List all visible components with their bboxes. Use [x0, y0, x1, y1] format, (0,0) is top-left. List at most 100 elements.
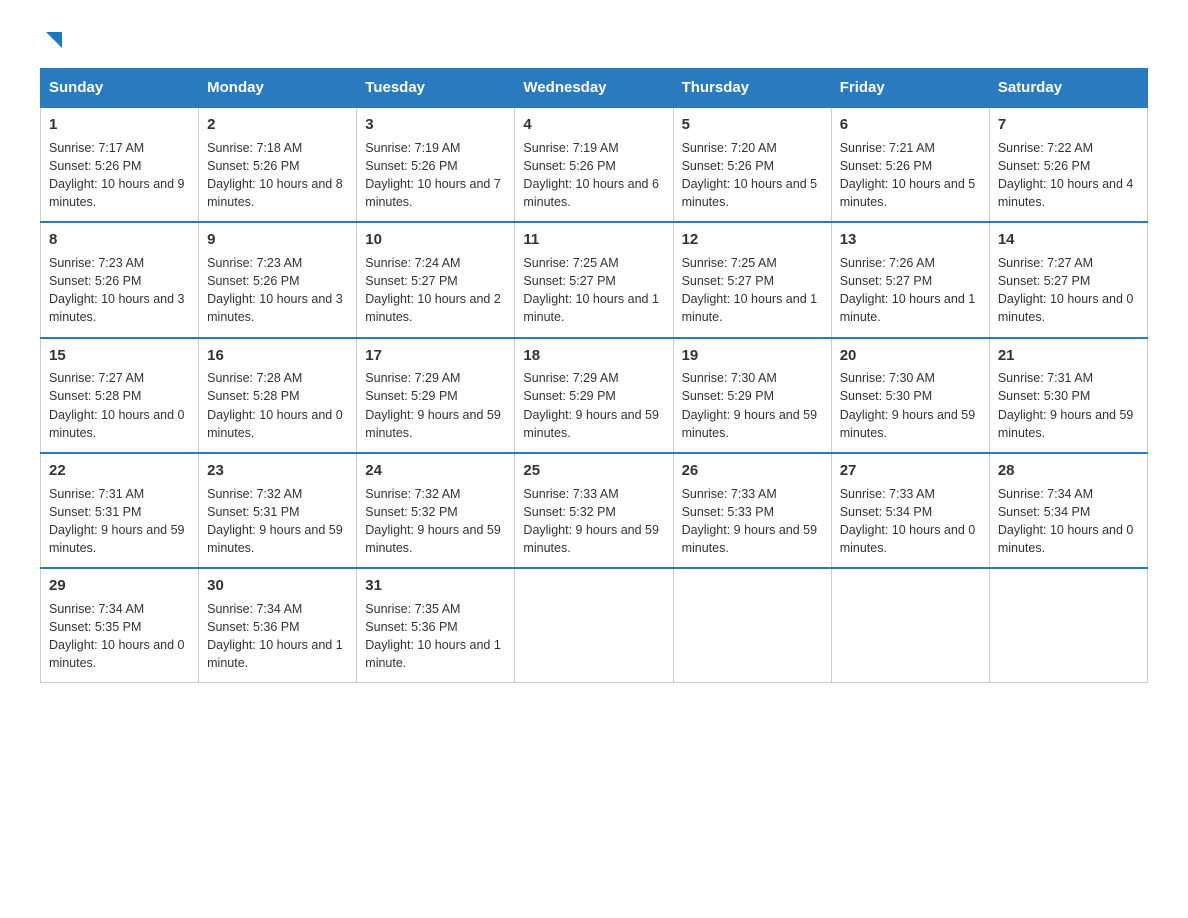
day-number: 24 [365, 460, 506, 482]
day-number: 29 [49, 575, 190, 597]
day-number: 5 [682, 114, 823, 136]
calendar-cell: 5 Sunrise: 7:20 AMSunset: 5:26 PMDaylight… [673, 107, 831, 222]
calendar-cell: 30 Sunrise: 7:34 AMSunset: 5:36 PMDayligh… [199, 568, 357, 683]
day-info: Sunrise: 7:25 AMSunset: 5:27 PMDaylight:… [682, 256, 818, 324]
calendar-cell: 7 Sunrise: 7:22 AMSunset: 5:26 PMDaylight… [989, 107, 1147, 222]
day-info: Sunrise: 7:34 AMSunset: 5:34 PMDaylight:… [998, 487, 1134, 555]
day-number: 13 [840, 229, 981, 251]
day-number: 6 [840, 114, 981, 136]
day-info: Sunrise: 7:29 AMSunset: 5:29 PMDaylight:… [365, 371, 501, 439]
day-number: 23 [207, 460, 348, 482]
day-info: Sunrise: 7:33 AMSunset: 5:34 PMDaylight:… [840, 487, 976, 555]
day-number: 2 [207, 114, 348, 136]
calendar-table: SundayMondayTuesdayWednesdayThursdayFrid… [40, 68, 1148, 683]
day-number: 12 [682, 229, 823, 251]
day-number: 9 [207, 229, 348, 251]
day-number: 21 [998, 345, 1139, 367]
day-info: Sunrise: 7:32 AMSunset: 5:32 PMDaylight:… [365, 487, 501, 555]
calendar-cell [989, 568, 1147, 683]
day-info: Sunrise: 7:24 AMSunset: 5:27 PMDaylight:… [365, 256, 501, 324]
day-info: Sunrise: 7:20 AMSunset: 5:26 PMDaylight:… [682, 141, 818, 209]
day-info: Sunrise: 7:33 AMSunset: 5:33 PMDaylight:… [682, 487, 818, 555]
logo [40, 30, 64, 48]
day-info: Sunrise: 7:31 AMSunset: 5:31 PMDaylight:… [49, 487, 185, 555]
day-number: 4 [523, 114, 664, 136]
day-number: 27 [840, 460, 981, 482]
day-info: Sunrise: 7:23 AMSunset: 5:26 PMDaylight:… [207, 256, 343, 324]
logo-triangle-icon [42, 30, 64, 52]
day-number: 10 [365, 229, 506, 251]
week-row-1: 1 Sunrise: 7:17 AMSunset: 5:26 PMDaylight… [41, 107, 1148, 222]
header-tuesday: Tuesday [357, 69, 515, 108]
calendar-cell: 14Sunrise: 7:27 AMSunset: 5:27 PMDayligh… [989, 222, 1147, 337]
day-info: Sunrise: 7:21 AMSunset: 5:26 PMDaylight:… [840, 141, 976, 209]
calendar-cell: 29 Sunrise: 7:34 AMSunset: 5:35 PMDayligh… [41, 568, 199, 683]
calendar-header-row: SundayMondayTuesdayWednesdayThursdayFrid… [41, 69, 1148, 108]
day-info: Sunrise: 7:34 AMSunset: 5:35 PMDaylight:… [49, 602, 185, 670]
calendar-cell: 6 Sunrise: 7:21 AMSunset: 5:26 PMDaylight… [831, 107, 989, 222]
day-info: Sunrise: 7:23 AMSunset: 5:26 PMDaylight:… [49, 256, 185, 324]
calendar-cell: 4 Sunrise: 7:19 AMSunset: 5:26 PMDaylight… [515, 107, 673, 222]
week-row-3: 15 Sunrise: 7:27 AMSunset: 5:28 PMDayligh… [41, 338, 1148, 453]
day-info: Sunrise: 7:35 AMSunset: 5:36 PMDaylight:… [365, 602, 501, 670]
header-friday: Friday [831, 69, 989, 108]
day-info: Sunrise: 7:29 AMSunset: 5:29 PMDaylight:… [523, 371, 659, 439]
calendar-cell: 18 Sunrise: 7:29 AMSunset: 5:29 PMDayligh… [515, 338, 673, 453]
day-number: 14 [998, 229, 1139, 251]
calendar-cell: 15 Sunrise: 7:27 AMSunset: 5:28 PMDayligh… [41, 338, 199, 453]
day-number: 3 [365, 114, 506, 136]
day-number: 26 [682, 460, 823, 482]
day-info: Sunrise: 7:33 AMSunset: 5:32 PMDaylight:… [523, 487, 659, 555]
day-number: 1 [49, 114, 190, 136]
week-row-4: 22 Sunrise: 7:31 AMSunset: 5:31 PMDayligh… [41, 453, 1148, 568]
day-info: Sunrise: 7:30 AMSunset: 5:30 PMDaylight:… [840, 371, 976, 439]
day-number: 22 [49, 460, 190, 482]
day-info: Sunrise: 7:26 AMSunset: 5:27 PMDaylight:… [840, 256, 976, 324]
calendar-cell: 9 Sunrise: 7:23 AMSunset: 5:26 PMDaylight… [199, 222, 357, 337]
calendar-cell: 28 Sunrise: 7:34 AMSunset: 5:34 PMDayligh… [989, 453, 1147, 568]
day-number: 19 [682, 345, 823, 367]
calendar-cell: 19Sunrise: 7:30 AMSunset: 5:29 PMDayligh… [673, 338, 831, 453]
calendar-cell: 25Sunrise: 7:33 AMSunset: 5:32 PMDayligh… [515, 453, 673, 568]
calendar-cell [673, 568, 831, 683]
calendar-cell: 2Sunrise: 7:18 AMSunset: 5:26 PMDaylight… [199, 107, 357, 222]
calendar-cell: 3Sunrise: 7:19 AMSunset: 5:26 PMDaylight… [357, 107, 515, 222]
calendar-cell: 24 Sunrise: 7:32 AMSunset: 5:32 PMDayligh… [357, 453, 515, 568]
calendar-cell: 20Sunrise: 7:30 AMSunset: 5:30 PMDayligh… [831, 338, 989, 453]
day-number: 30 [207, 575, 348, 597]
day-info: Sunrise: 7:22 AMSunset: 5:26 PMDaylight:… [998, 141, 1134, 209]
day-info: Sunrise: 7:28 AMSunset: 5:28 PMDaylight:… [207, 371, 343, 439]
day-number: 31 [365, 575, 506, 597]
calendar-cell: 16 Sunrise: 7:28 AMSunset: 5:28 PMDayligh… [199, 338, 357, 453]
day-number: 18 [523, 345, 664, 367]
page-header [40, 30, 1148, 48]
header-sunday: Sunday [41, 69, 199, 108]
day-number: 7 [998, 114, 1139, 136]
day-info: Sunrise: 7:19 AMSunset: 5:26 PMDaylight:… [523, 141, 659, 209]
day-number: 17 [365, 345, 506, 367]
week-row-5: 29 Sunrise: 7:34 AMSunset: 5:35 PMDayligh… [41, 568, 1148, 683]
day-number: 28 [998, 460, 1139, 482]
day-info: Sunrise: 7:17 AMSunset: 5:26 PMDaylight:… [49, 141, 185, 209]
calendar-cell: 10 Sunrise: 7:24 AMSunset: 5:27 PMDayligh… [357, 222, 515, 337]
calendar-cell: 31 Sunrise: 7:35 AMSunset: 5:36 PMDayligh… [357, 568, 515, 683]
calendar-cell [515, 568, 673, 683]
day-info: Sunrise: 7:25 AMSunset: 5:27 PMDaylight:… [523, 256, 659, 324]
calendar-cell: 12 Sunrise: 7:25 AMSunset: 5:27 PMDayligh… [673, 222, 831, 337]
calendar-cell: 11Sunrise: 7:25 AMSunset: 5:27 PMDayligh… [515, 222, 673, 337]
calendar-cell: 23 Sunrise: 7:32 AMSunset: 5:31 PMDayligh… [199, 453, 357, 568]
calendar-cell: 26 Sunrise: 7:33 AMSunset: 5:33 PMDayligh… [673, 453, 831, 568]
calendar-cell: 17 Sunrise: 7:29 AMSunset: 5:29 PMDayligh… [357, 338, 515, 453]
calendar-cell: 8 Sunrise: 7:23 AMSunset: 5:26 PMDaylight… [41, 222, 199, 337]
day-info: Sunrise: 7:32 AMSunset: 5:31 PMDaylight:… [207, 487, 343, 555]
day-number: 15 [49, 345, 190, 367]
header-thursday: Thursday [673, 69, 831, 108]
day-info: Sunrise: 7:34 AMSunset: 5:36 PMDaylight:… [207, 602, 343, 670]
header-monday: Monday [199, 69, 357, 108]
header-saturday: Saturday [989, 69, 1147, 108]
calendar-cell: 21Sunrise: 7:31 AMSunset: 5:30 PMDayligh… [989, 338, 1147, 453]
day-number: 8 [49, 229, 190, 251]
day-info: Sunrise: 7:27 AMSunset: 5:28 PMDaylight:… [49, 371, 185, 439]
header-wednesday: Wednesday [515, 69, 673, 108]
day-number: 16 [207, 345, 348, 367]
